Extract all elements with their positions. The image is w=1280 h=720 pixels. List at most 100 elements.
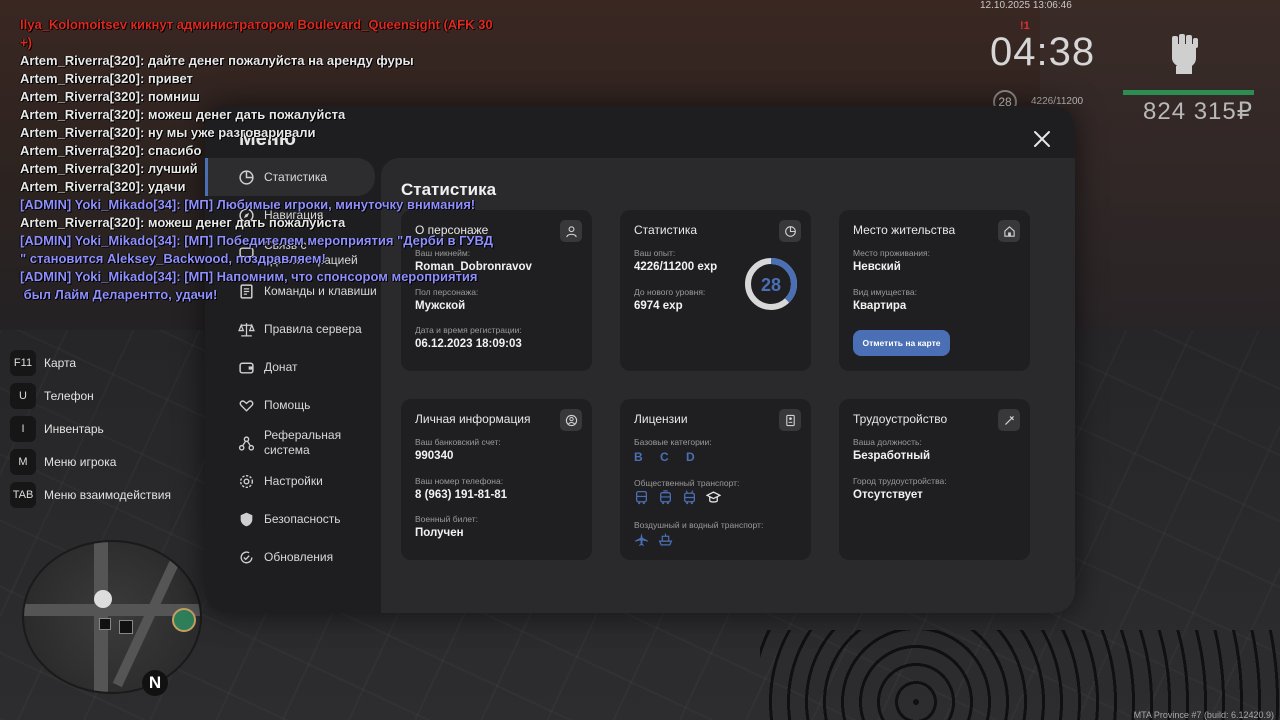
card-icon-box <box>998 220 1020 242</box>
nav-item-referral[interactable]: Реферальная система <box>205 424 381 462</box>
boat-icon <box>658 533 673 546</box>
nav-item-settings[interactable]: Настройки <box>205 462 381 500</box>
car-icon <box>172 608 196 632</box>
level-value: 28 <box>761 275 781 295</box>
map-marker-icon <box>119 620 133 634</box>
card-title: Личная информация <box>415 412 531 426</box>
chat-line: [ADMIN] Yoki_Mikado[34]: [МП] Любимые иг… <box>20 197 476 212</box>
chat-line: Artem_Riverra[320]: лучший <box>20 161 198 176</box>
hud-clock: 04:38 <box>990 30 1096 74</box>
card-icon-box <box>998 409 1020 431</box>
nav-item-rules[interactable]: Правила сервера <box>205 310 381 348</box>
keybind-label: Меню взаимодействия <box>44 487 171 502</box>
map-road <box>94 542 108 692</box>
keybind-label: Меню игрока <box>44 454 117 469</box>
chat-line: [ADMIN] Yoki_Mikado[34]: [МП] Напомним, … <box>20 269 478 302</box>
keybind-interaction-menu: TAB Меню взаимодействия <box>10 478 171 511</box>
phone-label: Ваш номер телефона: <box>415 476 504 486</box>
base-categories-value: B C D <box>634 450 702 464</box>
card-licenses: Лицензии Базовые категории: B C D Общест… <box>620 399 811 560</box>
pie-chart-icon <box>784 225 796 237</box>
minimap <box>22 540 202 694</box>
nav-item-label: Правила сервера <box>264 321 362 336</box>
nav-item-label: Безопасность <box>264 511 341 526</box>
phone-value: 8 (963) 191-81-81 <box>415 489 508 501</box>
airplane-icon <box>635 533 648 546</box>
bank-icon <box>94 590 112 608</box>
card-residence: Место жительства Место проживания: Невск… <box>839 210 1030 371</box>
card-title: Лицензии <box>634 412 688 426</box>
wallet-icon <box>239 362 254 374</box>
chat-line: [ADMIN] Yoki_Mikado[34]: [МП] Победителе… <box>20 233 493 266</box>
refresh-check-icon <box>240 551 253 563</box>
fence <box>760 630 1280 720</box>
public-transport-icons <box>634 490 721 505</box>
registration-value: 06.12.2023 18:09:03 <box>415 338 522 350</box>
fist-icon <box>1172 34 1198 74</box>
keybind-phone: U Телефон <box>10 379 171 412</box>
card-personal-info: Личная информация Ваш банковский счет: 9… <box>401 399 592 560</box>
military-id-value: Получен <box>415 527 464 539</box>
nav-item-label: Реферальная система <box>264 428 342 457</box>
chat-line: Artem_Riverra[320]: привет <box>20 71 193 86</box>
key-cap: F11 <box>10 349 36 376</box>
chat-line: Artem_Riverra[320]: можеш денег дать пож… <box>20 215 346 230</box>
chat-line: Artem_Riverra[320]: помниш <box>20 89 200 104</box>
next-level-label: До нового уровня: <box>634 287 706 297</box>
position-label: Ваша должность: <box>853 437 922 447</box>
north-icon: N <box>142 670 168 696</box>
property-label: Вид имущества: <box>853 287 917 297</box>
property-value: Квартира <box>853 300 907 312</box>
bus-icon <box>636 490 647 505</box>
level-progress-ring: 28 <box>745 258 797 310</box>
card-icon-box <box>779 220 801 242</box>
license-card-icon <box>785 414 795 426</box>
card-icon-box <box>560 220 582 242</box>
chat-log: Ilya_Kolomoitsev кикнут администратором … <box>20 16 500 304</box>
home-icon <box>1003 225 1015 237</box>
tools-icon <box>1004 415 1014 425</box>
next-level-value: 6974 exp <box>634 300 683 312</box>
keybind-label: Инвентарь <box>44 421 104 436</box>
nav-item-security[interactable]: Безопасность <box>205 500 381 538</box>
user-icon <box>565 225 577 237</box>
key-cap: M <box>10 448 36 475</box>
keybind-label: Телефон <box>44 388 94 403</box>
nav-item-help[interactable]: Помощь <box>205 386 381 424</box>
mark-on-map-button[interactable]: Отметить на карте <box>853 330 950 356</box>
card-employment: Трудоустройство Ваша должность: Безработ… <box>839 399 1030 560</box>
card-title: Место жительства <box>853 223 956 237</box>
nav-item-label: Помощь <box>264 397 311 412</box>
chat-line: Artem_Riverra[320]: ну мы уже разговарив… <box>20 125 316 140</box>
air-water-transport-label: Воздушный и водный транспорт: <box>634 520 764 530</box>
public-transport-label: Общественный транспорт: <box>634 478 740 488</box>
tram-icon <box>660 490 671 505</box>
bank-account-label: Ваш банковский счет: <box>415 437 501 447</box>
keybind-label: Карта <box>44 355 77 370</box>
base-categories-label: Базовые категории: <box>634 437 712 447</box>
card-icon-box <box>560 409 582 431</box>
key-cap: I <box>10 415 36 442</box>
military-id-label: Военный билет: <box>415 514 479 524</box>
nav-item-donate[interactable]: Донат <box>205 348 381 386</box>
gear-icon <box>239 474 254 488</box>
key-cap: U <box>10 382 36 409</box>
close-icon[interactable] <box>1031 128 1053 150</box>
bank-account-value: 990340 <box>415 450 454 462</box>
hud-datetime: 12.10.2025 13:06:46 <box>980 0 1072 11</box>
chat-line: Artem_Riverra[320]: спасибо <box>20 143 202 158</box>
card-title: Статистика <box>634 223 698 237</box>
registration-label: Дата и время регистрации: <box>415 325 522 335</box>
air-water-transport-icons <box>634 532 673 547</box>
keybind-player-menu: M Меню игрока <box>10 445 171 478</box>
key-cap: TAB <box>10 481 36 508</box>
nav-item-label: Обновления <box>264 549 334 564</box>
position-value: Безработный <box>853 450 931 462</box>
exp-label: Ваш опыт: <box>634 248 676 258</box>
trolleybus-icon <box>684 490 695 505</box>
shield-icon <box>240 512 253 526</box>
player-marker-icon <box>99 618 111 630</box>
nav-item-updates[interactable]: Обновления <box>205 538 381 576</box>
keybind-hints: F11 Карта U Телефон I Инвентарь M Меню игрок… <box>10 346 171 511</box>
card-statistics: Статистика Ваш опыт: 4226/11200 exp До н… <box>620 210 811 371</box>
